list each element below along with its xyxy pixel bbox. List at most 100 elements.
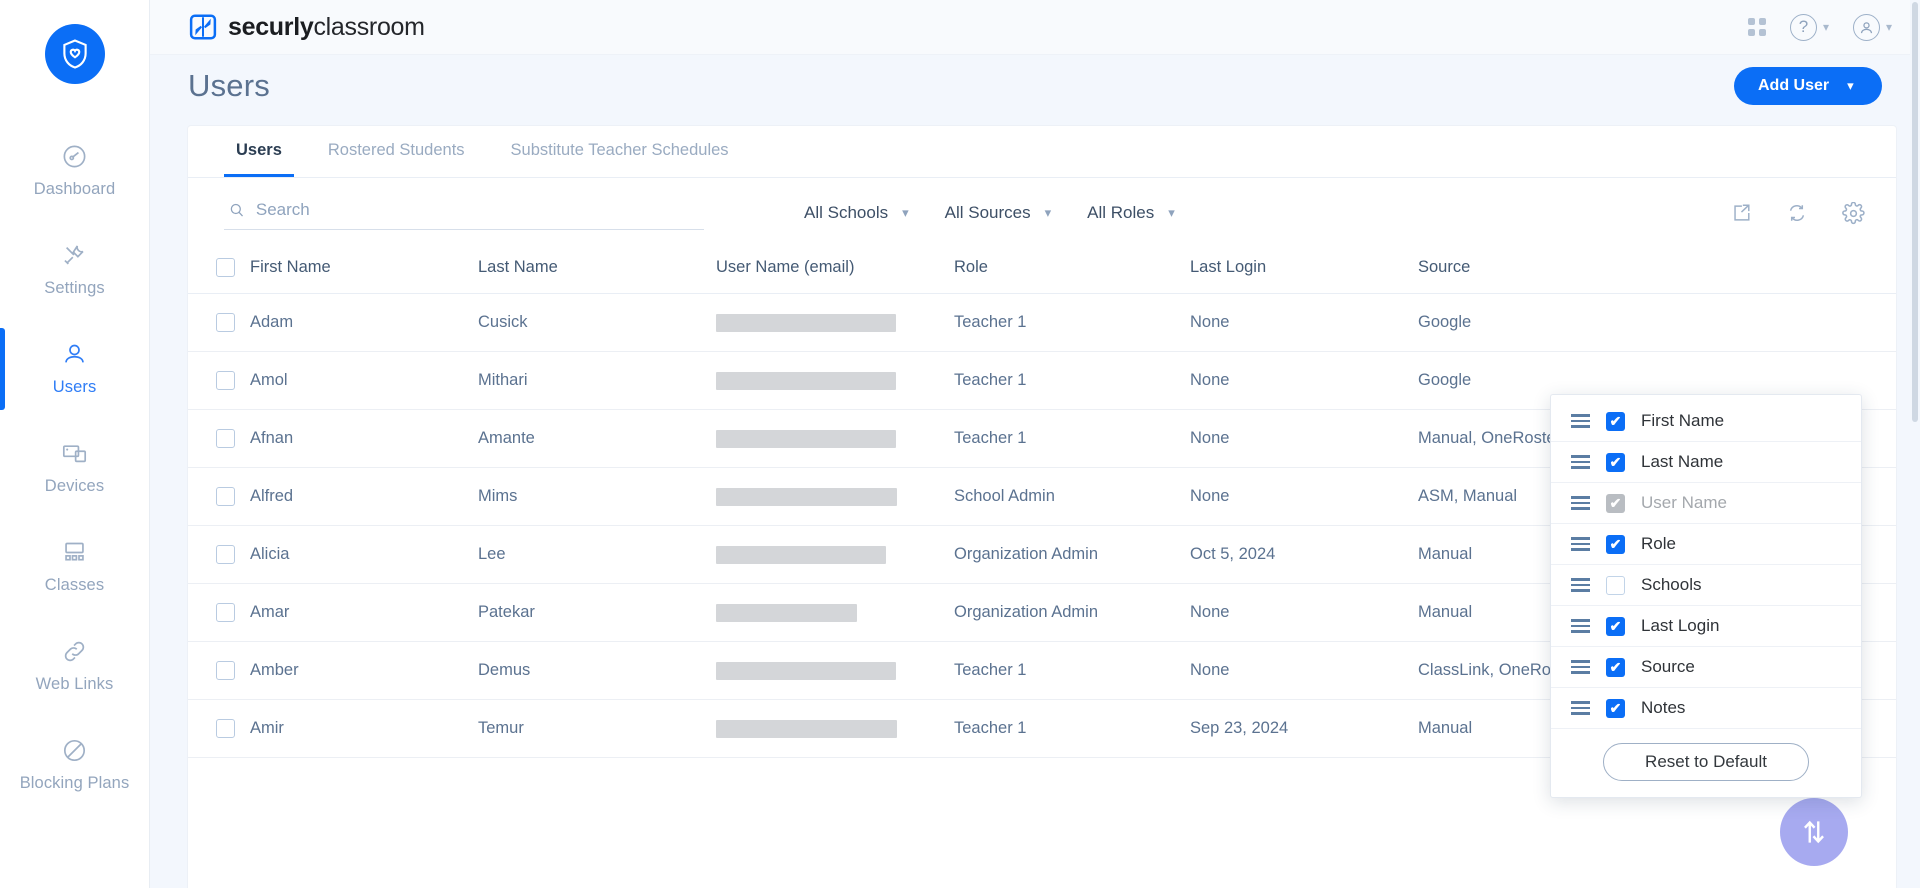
drag-handle-icon[interactable] [1571,455,1590,469]
reset-to-default-button[interactable]: Reset to Default [1603,743,1809,781]
product-logo[interactable]: securlyclassroom [188,12,425,42]
column-chooser-label: Last Login [1641,616,1720,635]
column-visibility-checkbox[interactable]: ✔ [1606,657,1625,677]
help-menu-button[interactable]: ? ▾ [1789,13,1829,41]
column-chooser-row[interactable]: ✔ First Name [1551,401,1861,442]
column-visibility-checkbox[interactable] [1606,575,1625,595]
header-first-name[interactable]: First Name [250,244,478,294]
column-visibility-checkbox[interactable]: ✔ [1606,534,1625,554]
column-chooser-row[interactable]: ✔ Last Login [1551,606,1861,647]
apps-grid-button[interactable] [1747,18,1766,36]
column-chooser-row[interactable]: Schools [1551,565,1861,606]
drag-handle-icon[interactable] [1571,414,1590,428]
cell-user-name [716,351,954,410]
app-root: Dashboard Settings Users Devices Classes [0,0,1920,888]
column-chooser-row[interactable]: ✔ Last Name [1551,442,1861,483]
logo-wordmark: securlyclassroom [228,12,425,41]
column-visibility-checkbox[interactable]: ✔ [1606,411,1625,431]
cell-first-name: Alicia [250,525,478,584]
filter-all-sources[interactable]: All Sources ▾ [945,203,1052,223]
securly-mark-icon [189,14,217,40]
sidebar-item-settings[interactable]: Settings [0,229,150,311]
cell-first-name: Adam [250,293,478,352]
account-circle-icon [1852,13,1880,41]
scrollbar-thumb[interactable] [1912,2,1918,422]
row-checkbox[interactable] [216,429,235,448]
row-checkbox[interactable] [216,371,235,390]
row-checkbox[interactable] [216,661,235,680]
row-checkbox[interactable] [216,603,235,622]
table-row[interactable]: Adam Cusick Teacher 1 None Google [188,293,1896,352]
cell-user-name [716,699,954,758]
cell-user-name [716,583,954,642]
refresh-icon[interactable] [1784,200,1810,226]
add-user-button[interactable]: Add User ▾ [1734,67,1882,105]
drag-handle-icon[interactable] [1571,619,1590,633]
row-checkbox[interactable] [216,313,235,332]
drag-handle-icon[interactable] [1571,578,1590,592]
sidebar-item-classes[interactable]: Classes [0,526,150,608]
cell-role: Teacher 1 [954,293,1190,352]
column-visibility-checkbox[interactable]: ✔ [1606,616,1625,636]
filter-label: All Roles [1087,203,1155,222]
row-checkbox[interactable] [216,719,235,738]
cell-last-name: Demus [478,641,716,700]
sidebar-item-devices[interactable]: Devices [0,427,150,509]
select-all-checkbox[interactable] [216,258,235,277]
header-user-name[interactable]: User Name (email) [716,244,954,294]
sidebar-item-web-links[interactable]: Web Links [0,625,150,707]
column-chooser-row[interactable]: ✔ Source [1551,647,1861,688]
header-last-name[interactable]: Last Name [478,244,716,294]
export-icon[interactable] [1728,200,1754,226]
sidebar-label: Users [52,378,97,396]
search-input[interactable] [255,200,704,220]
filter-all-roles[interactable]: All Roles ▾ [1087,203,1175,223]
row-checkbox[interactable] [216,487,235,506]
row-select-cell [188,409,250,468]
gear-icon[interactable] [1840,200,1866,226]
cell-last-name: Amante [478,409,716,468]
cell-role: Organization Admin [954,583,1190,642]
page-scrollbar[interactable] [1910,0,1920,888]
cell-first-name: Amar [250,583,478,642]
chevron-down-icon: ▾ [902,205,909,220]
account-menu-button[interactable]: ▾ [1852,13,1892,41]
header-source[interactable]: Source [1418,244,1896,294]
drag-handle-icon[interactable] [1571,537,1590,551]
drag-handle-icon[interactable] [1571,660,1590,674]
chevron-down-icon: ▾ [1044,205,1052,220]
table-toolbar: All Schools ▾ All Sources ▾ All Roles ▾ [188,178,1896,244]
drag-handle-icon[interactable] [1571,496,1590,510]
filter-all-schools[interactable]: All Schools ▾ [804,203,909,223]
drag-handle-icon[interactable] [1571,701,1590,715]
cell-user-name [716,525,954,584]
header-last-login[interactable]: Last Login [1190,244,1418,294]
column-chooser-row[interactable]: ✔ Notes [1551,688,1861,729]
column-visibility-checkbox[interactable]: ✔ [1606,698,1625,718]
row-checkbox[interactable] [216,545,235,564]
column-chooser-label: Role [1641,534,1676,553]
column-chooser-row[interactable]: ✔ Role [1551,524,1861,565]
redacted-email [716,429,896,448]
chevron-down-icon: ▾ [1885,20,1892,34]
add-user-label: Add User [1758,77,1830,94]
top-bar-actions: ? ▾ ▾ [1747,13,1892,41]
tools-icon [61,240,88,270]
sidebar-item-dashboard[interactable]: Dashboard [0,130,150,212]
chevron-down-icon: ▾ [1822,20,1829,34]
tab-rostered-students[interactable]: Rostered Students [316,126,477,177]
sidebar-item-users[interactable]: Users [0,328,150,410]
cell-last-name: Temur [478,699,716,758]
column-chooser-list: ✔ First Name ✔ Last Name ✔ User Name ✔ Role Scho… [1551,401,1861,729]
search-field[interactable] [224,196,704,230]
sort-updown-icon [1804,820,1824,844]
devices-icon [61,438,88,468]
sidebar-item-blocking-plans[interactable]: Blocking Plans [0,724,150,806]
column-visibility-checkbox[interactable]: ✔ [1606,452,1625,472]
tab-users[interactable]: Users [224,126,294,177]
cell-source: Google [1418,293,1896,352]
tab-substitute-teacher-schedules[interactable]: Substitute Teacher Schedules [499,126,741,177]
securly-shield-logo[interactable] [44,24,105,84]
header-role[interactable]: Role [954,244,1190,294]
sort-updown-fab[interactable] [1780,798,1848,866]
